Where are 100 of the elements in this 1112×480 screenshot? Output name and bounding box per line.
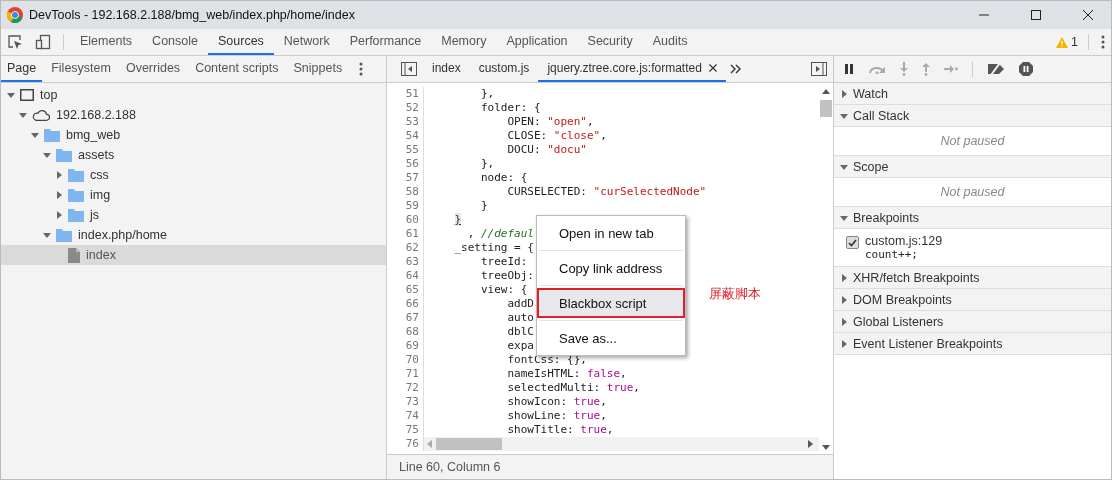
navigator-tab[interactable]: Snippets xyxy=(287,56,349,82)
code-line: expa xyxy=(506,339,534,353)
section-header[interactable]: Breakpoints xyxy=(834,207,1111,229)
section-header[interactable]: DOM Breakpoints xyxy=(834,289,1111,311)
line-number: 70 xyxy=(387,353,424,367)
section-title: Breakpoints xyxy=(853,210,919,225)
navigator-tab[interactable]: Page xyxy=(1,56,43,82)
tree-item[interactable]: css xyxy=(1,165,386,185)
collapse-arrow-icon xyxy=(840,317,848,326)
menu-item[interactable]: Open in new tab xyxy=(537,218,685,248)
section-header[interactable]: Watch xyxy=(834,83,1111,105)
panel-tab[interactable]: Security xyxy=(577,29,643,55)
tree-item[interactable]: index.php/home xyxy=(1,225,386,245)
section-header[interactable]: Global Listeners xyxy=(834,311,1111,333)
expand-arrow-icon xyxy=(840,213,848,222)
more-options-icon[interactable] xyxy=(1101,35,1105,49)
panel-tab[interactable]: Audits xyxy=(642,29,698,55)
scroll-up-icon[interactable] xyxy=(822,89,830,94)
line-number: 69 xyxy=(387,339,424,353)
folder-icon xyxy=(44,128,60,142)
menu-item[interactable]: Copy link address xyxy=(537,253,685,283)
file-icon xyxy=(68,247,80,263)
panel-tab[interactable]: Network xyxy=(273,29,340,55)
section-header[interactable]: Event Listener Breakpoints xyxy=(834,333,1111,355)
line-number: 59 xyxy=(387,199,424,213)
expand-arrow-icon[interactable] xyxy=(7,91,15,99)
close-icon[interactable] xyxy=(1082,9,1094,21)
folder-icon xyxy=(68,168,84,182)
line-number: 68 xyxy=(387,325,424,339)
line-number: 51 xyxy=(387,87,424,101)
close-icon[interactable] xyxy=(708,64,717,72)
editor-tab[interactable]: jquery.ztree.core.js:formatted xyxy=(538,56,726,82)
panel-tab[interactable]: Memory xyxy=(431,29,497,55)
toggle-debugger-icon[interactable] xyxy=(811,62,827,76)
pause-icon[interactable] xyxy=(844,64,854,74)
navigator-tab[interactable]: Content scripts xyxy=(189,56,285,82)
line-number: 72 xyxy=(387,381,424,395)
folder-icon xyxy=(68,188,84,202)
panel-tab[interactable]: Performance xyxy=(339,29,432,55)
code-line: } xyxy=(480,199,488,213)
scroll-thumb[interactable] xyxy=(820,100,832,117)
horizontal-scrollbar[interactable] xyxy=(424,437,819,451)
panel-tab[interactable]: Console xyxy=(142,29,208,55)
cloud-icon xyxy=(32,109,50,121)
menu-item[interactable]: Blackbox script xyxy=(537,288,685,318)
panel-tab[interactable]: Application xyxy=(496,29,578,55)
empty-message: Not paused xyxy=(939,133,1006,150)
window-title: DevTools - 192.168.2.188/bmg_web/index.php/home/index xyxy=(29,8,355,22)
more-options-icon[interactable] xyxy=(359,62,364,76)
warning-icon xyxy=(1056,36,1069,48)
tree-item[interactable]: js xyxy=(1,205,386,225)
code-line: CURSELECTED: "curSelectedNode" xyxy=(506,185,707,199)
editor-tab[interactable]: index xyxy=(423,56,470,82)
code-line: OPEN: "open", xyxy=(506,115,594,129)
navigator-tab[interactable]: Filesystem xyxy=(45,56,117,82)
tree-item[interactable]: 192.168.2.188 xyxy=(1,105,386,125)
tree-item[interactable]: img xyxy=(1,185,386,205)
tree-item[interactable]: index xyxy=(1,245,386,265)
expand-arrow-icon xyxy=(840,111,848,120)
code-line: auto xyxy=(506,311,534,325)
tree-item[interactable]: assets xyxy=(1,145,386,165)
collapse-arrow-icon[interactable] xyxy=(55,211,63,219)
scroll-right-icon[interactable] xyxy=(808,440,813,448)
browser-logo-icon xyxy=(7,7,23,23)
tree-item[interactable]: top xyxy=(1,85,386,105)
deactivate-breakpoints-icon[interactable] xyxy=(987,63,1005,75)
tree-label: index xyxy=(86,248,116,262)
pause-on-exceptions-icon[interactable] xyxy=(1019,62,1033,76)
expand-arrow-icon[interactable] xyxy=(19,111,27,119)
menu-item[interactable]: Save as... xyxy=(537,323,685,353)
expand-arrow-icon[interactable] xyxy=(43,151,51,159)
navigator-tab[interactable]: Overrides xyxy=(119,56,187,82)
code-line: treeObj: xyxy=(480,269,534,283)
panel-tab[interactable]: Elements xyxy=(70,29,143,55)
code-line: _setting = { xyxy=(453,241,534,255)
collapse-arrow-icon[interactable] xyxy=(55,191,63,199)
expand-arrow-icon[interactable] xyxy=(43,231,51,239)
line-number: 53 xyxy=(387,115,424,129)
section-header[interactable]: Call Stack xyxy=(834,105,1111,127)
line-number: 61 xyxy=(387,227,424,241)
line-number: 62 xyxy=(387,241,424,255)
toggle-navigator-icon[interactable] xyxy=(401,62,417,76)
code-line: selectedMulti: true, xyxy=(506,381,640,395)
inspect-icon[interactable] xyxy=(7,34,23,50)
maximize-icon[interactable] xyxy=(1030,9,1042,21)
section-header[interactable]: Scope xyxy=(834,156,1111,178)
scroll-down-icon[interactable] xyxy=(822,445,830,450)
expand-arrow-icon[interactable] xyxy=(31,131,39,139)
code-line: showTitle: true, xyxy=(506,423,614,437)
line-number: 75 xyxy=(387,423,424,437)
section-title: DOM Breakpoints xyxy=(853,292,952,307)
collapse-arrow-icon[interactable] xyxy=(55,171,63,179)
checkbox[interactable] xyxy=(846,236,859,249)
device-toolbar-icon[interactable] xyxy=(35,34,51,50)
warning-counter[interactable]: 1 xyxy=(1056,35,1078,49)
more-tabs-icon[interactable] xyxy=(729,64,742,74)
scroll-thumb[interactable] xyxy=(436,438,502,450)
section-header[interactable]: XHR/fetch Breakpoints xyxy=(834,267,1111,289)
editor-tab[interactable]: custom.js xyxy=(469,56,539,82)
tree-item[interactable]: bmg_web xyxy=(1,125,386,145)
